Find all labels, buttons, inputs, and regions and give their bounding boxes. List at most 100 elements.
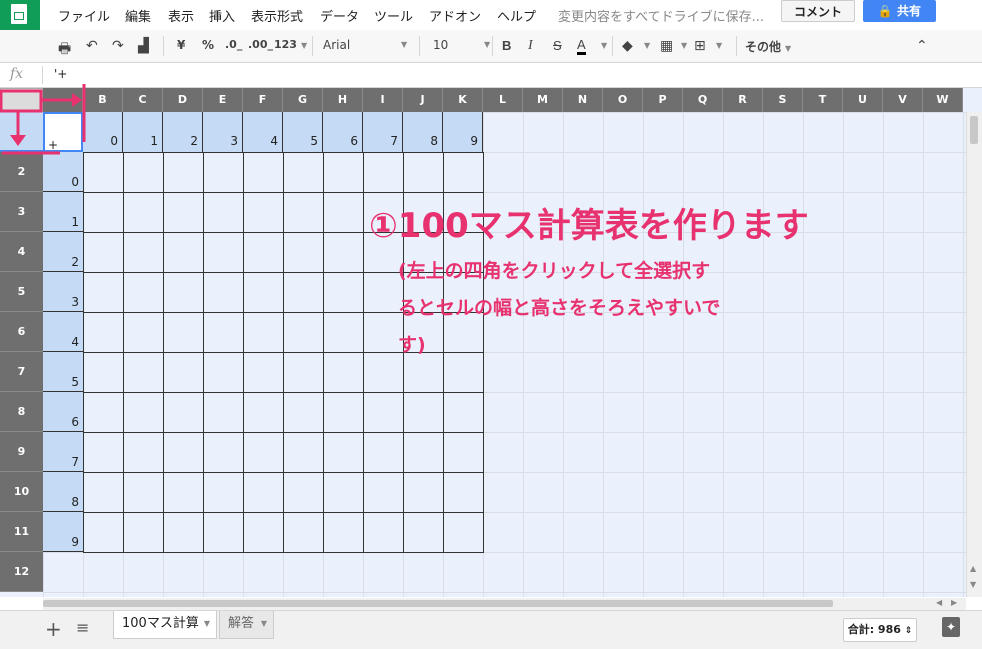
scroll-right-icon[interactable]: ▶ xyxy=(951,598,957,607)
column-header-u[interactable]: U xyxy=(843,88,883,112)
answer-cell[interactable] xyxy=(403,512,444,553)
answer-cell[interactable] xyxy=(203,152,244,193)
sheet-list-icon[interactable]: ≡ xyxy=(76,618,89,637)
answer-cell[interactable] xyxy=(83,472,124,513)
side-number-cell[interactable]: 4 xyxy=(43,312,83,352)
answer-cell[interactable] xyxy=(363,152,404,193)
column-header-i[interactable]: I xyxy=(363,88,403,112)
vertical-scroll-thumb[interactable] xyxy=(970,116,978,144)
column-header-c[interactable]: C xyxy=(123,88,163,112)
column-header-f[interactable]: F xyxy=(243,88,283,112)
answer-cell[interactable] xyxy=(323,232,364,273)
sheet-tab-100masu[interactable]: 100マス計算 ▼ xyxy=(113,611,217,639)
chevron-down-icon[interactable]: ▼ xyxy=(681,41,687,50)
formula-input[interactable]: '+ xyxy=(54,67,67,81)
answer-cell[interactable] xyxy=(323,472,364,513)
column-header-w[interactable]: W xyxy=(923,88,963,112)
answer-cell[interactable] xyxy=(123,312,164,353)
answer-cell[interactable] xyxy=(443,512,484,553)
answer-cell[interactable] xyxy=(283,192,324,233)
answer-cell[interactable] xyxy=(243,192,284,233)
menu-data[interactable]: データ xyxy=(320,6,359,25)
percent-button[interactable]: % xyxy=(202,38,214,52)
answer-cell[interactable] xyxy=(163,232,204,273)
answer-cell[interactable] xyxy=(163,472,204,513)
header-number-cell[interactable]: 5 xyxy=(283,112,323,152)
answer-cell[interactable] xyxy=(83,432,124,473)
column-header-e[interactable]: E xyxy=(203,88,243,112)
chevron-down-icon[interactable]: ▼ xyxy=(601,41,607,50)
answer-cell[interactable] xyxy=(203,312,244,353)
menu-insert[interactable]: 挿入 xyxy=(209,6,235,25)
answer-cell[interactable] xyxy=(403,432,444,473)
header-number-cell[interactable]: 2 xyxy=(163,112,203,152)
row-header-3[interactable]: 3 xyxy=(0,192,43,232)
answer-cell[interactable] xyxy=(323,392,364,433)
explore-icon[interactable]: ✦ xyxy=(942,617,960,637)
sum-indicator[interactable]: 合計: 986 ⇕ xyxy=(843,618,917,642)
side-number-cell[interactable]: 9 xyxy=(43,512,83,552)
answer-cell[interactable] xyxy=(403,152,444,193)
column-header-o[interactable]: O xyxy=(603,88,643,112)
answer-cell[interactable] xyxy=(283,152,324,193)
chevron-down-icon[interactable]: ▼ xyxy=(644,41,650,50)
column-header-m[interactable]: M xyxy=(523,88,563,112)
answer-cell[interactable] xyxy=(403,472,444,513)
side-number-cell[interactable]: 7 xyxy=(43,432,83,472)
side-number-cell[interactable]: 8 xyxy=(43,472,83,512)
column-header-t[interactable]: T xyxy=(803,88,843,112)
bold-button[interactable]: B xyxy=(502,38,511,53)
chevron-down-icon[interactable]: ▼ xyxy=(716,41,722,50)
answer-cell[interactable] xyxy=(243,312,284,353)
header-number-cell[interactable]: 6 xyxy=(323,112,363,152)
horizontal-scrollbar[interactable]: ◀ ▶ xyxy=(43,598,966,610)
paint-format-icon[interactable]: ▟ xyxy=(138,38,149,54)
answer-cell[interactable] xyxy=(283,232,324,273)
scroll-down-icon[interactable]: ▼ xyxy=(970,580,976,589)
answer-cell[interactable] xyxy=(243,392,284,433)
sheet-tab-answers[interactable]: 解答 ▼ xyxy=(219,611,274,639)
answer-cell[interactable] xyxy=(123,512,164,553)
answer-cell[interactable] xyxy=(123,192,164,233)
answer-cell[interactable] xyxy=(283,312,324,353)
answer-cell[interactable] xyxy=(123,392,164,433)
answer-cell[interactable] xyxy=(283,272,324,313)
answer-cell[interactable] xyxy=(283,352,324,393)
header-number-cell[interactable]: 3 xyxy=(203,112,243,152)
answer-cell[interactable] xyxy=(363,512,404,553)
row-header-6[interactable]: 6 xyxy=(0,312,43,352)
answer-cell[interactable] xyxy=(363,432,404,473)
column-header-p[interactable]: P xyxy=(643,88,683,112)
more-button[interactable]: その他 ▼ xyxy=(745,38,791,55)
answer-cell[interactable] xyxy=(163,432,204,473)
answer-cell[interactable] xyxy=(243,472,284,513)
row-header-7[interactable]: 7 xyxy=(0,352,43,392)
answer-cell[interactable] xyxy=(323,312,364,353)
menu-format[interactable]: 表示形式 xyxy=(251,6,303,25)
header-number-cell[interactable]: 8 xyxy=(403,112,443,152)
currency-button[interactable]: ¥ xyxy=(177,38,185,52)
answer-cell[interactable] xyxy=(163,192,204,233)
increase-decimal-button[interactable]: .00_ xyxy=(248,38,273,51)
collapse-toolbar-icon[interactable]: ⌃ xyxy=(916,38,928,54)
answer-cell[interactable] xyxy=(443,392,484,433)
row-header-4[interactable]: 4 xyxy=(0,232,43,272)
text-color-button[interactable]: A xyxy=(577,38,586,55)
column-header-g[interactable]: G xyxy=(283,88,323,112)
column-header-d[interactable]: D xyxy=(163,88,203,112)
answer-cell[interactable] xyxy=(243,232,284,273)
borders-icon[interactable]: ▦ xyxy=(660,38,673,54)
answer-cell[interactable] xyxy=(283,472,324,513)
answer-cell[interactable] xyxy=(203,352,244,393)
answer-cell[interactable] xyxy=(243,152,284,193)
row-header-11[interactable]: 11 xyxy=(0,512,43,552)
answer-cell[interactable] xyxy=(323,352,364,393)
decrease-decimal-button[interactable]: .0_ xyxy=(225,38,242,51)
vertical-scrollbar[interactable]: ▲ ▼ xyxy=(966,112,982,597)
answer-cell[interactable] xyxy=(163,352,204,393)
column-header-h[interactable]: H xyxy=(323,88,363,112)
answer-cell[interactable] xyxy=(203,232,244,273)
header-number-cell[interactable]: 7 xyxy=(363,112,403,152)
side-number-cell[interactable]: 1 xyxy=(43,192,83,232)
answer-cell[interactable] xyxy=(283,392,324,433)
